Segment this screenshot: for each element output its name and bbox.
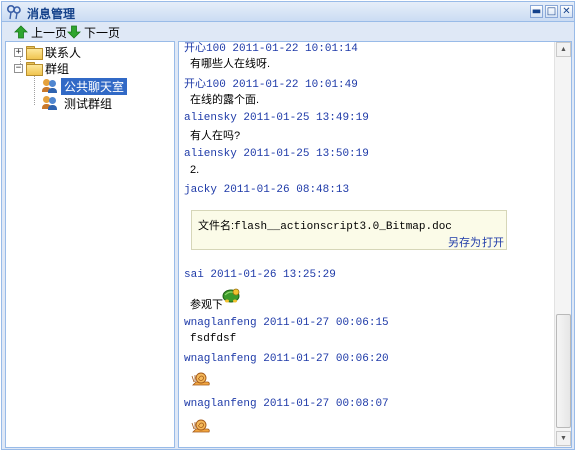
next-page-label: 下一页 xyxy=(84,25,121,40)
message-time: 2011-01-25 13:50:19 xyxy=(243,148,369,160)
collapse-icon[interactable]: − xyxy=(14,63,23,73)
message-time: 2011-01-25 13:49:19 xyxy=(243,112,369,124)
message-sender: 开心100 xyxy=(184,79,226,91)
turtle-emoticon-icon xyxy=(222,288,240,303)
message-time: 2011-01-26 13:25:29 xyxy=(210,269,336,281)
scroll-down-arrow-icon[interactable]: ▼ xyxy=(556,431,571,446)
tree-item-label: 公共聊天室 xyxy=(61,77,128,95)
message-text: fsdfdsf xyxy=(190,333,237,345)
message-time: 2011-01-27 00:06:20 xyxy=(263,353,389,365)
open-file-link[interactable]: 打开 xyxy=(482,234,504,250)
close-button[interactable]: ✕ xyxy=(560,5,573,18)
message-time: 2011-01-22 10:01:14 xyxy=(232,43,358,55)
group-icon xyxy=(42,79,58,93)
message-time: 2011-01-27 00:06:15 xyxy=(263,317,389,329)
tree-item-public-chatroom[interactable]: 公共聊天室 xyxy=(42,77,128,95)
message-header: 开心100 2011-01-22 10:01:49 xyxy=(184,75,358,91)
minimize-button[interactable]: ▬ xyxy=(530,5,543,18)
scrollbar-thumb[interactable] xyxy=(556,314,571,428)
file-name-value: flash__actionscript3.0_Bitmap.doc xyxy=(234,221,452,233)
title-bar[interactable]: 消息管理 ▬ □ ✕ xyxy=(2,2,574,22)
message-header: wnaglanfeng 2011-01-27 00:06:15 xyxy=(184,317,389,329)
arrow-up-icon xyxy=(14,25,28,39)
vertical-scrollbar[interactable]: ▲ ▼ xyxy=(554,42,571,447)
snail-emoticon-icon xyxy=(191,372,210,386)
file-attachment-box: 文件名:flash__actionscript3.0_Bitmap.doc 另存… xyxy=(191,210,507,250)
file-name-prefix: 文件名: xyxy=(198,220,235,232)
window-title: 消息管理 xyxy=(27,7,76,21)
message-sender: sai xyxy=(184,269,204,281)
prev-page-button[interactable]: 上一页 xyxy=(14,24,67,40)
message-sender: aliensky xyxy=(184,148,237,160)
tree-node-contacts[interactable]: + 联系人 xyxy=(14,44,81,60)
message-text: 有人在吗? xyxy=(190,130,241,142)
expand-icon[interactable]: + xyxy=(14,47,23,57)
message-manager-window: 消息管理 ▬ □ ✕ 上一页 下一页 + 联系人 − 群组 公共聊天室 测试群组… xyxy=(1,1,575,450)
tree-node-groups[interactable]: − 群组 xyxy=(14,60,69,76)
message-sender: wnaglanfeng xyxy=(184,353,257,365)
tree-node-label: 联系人 xyxy=(45,45,82,60)
message-header: 开心100 2011-01-22 10:01:14 xyxy=(184,42,358,55)
tree-item-test-group[interactable]: 测试群组 xyxy=(42,95,115,111)
message-header: wnaglanfeng 2011-01-27 00:08:07 xyxy=(184,398,389,410)
message-sender: jacky xyxy=(184,184,218,196)
message-text: 有哪些人在线呀. xyxy=(190,58,271,70)
message-time: 2011-01-22 10:01:49 xyxy=(232,79,358,91)
message-text: 参观下 xyxy=(190,299,223,311)
contact-tree-panel: + 联系人 − 群组 公共聊天室 测试群组 xyxy=(5,41,175,448)
message-header: sai 2011-01-26 13:25:29 xyxy=(184,269,336,281)
arrow-down-icon xyxy=(67,25,81,39)
folder-open-icon xyxy=(26,62,43,76)
message-sender: 开心100 xyxy=(184,43,226,55)
group-icon xyxy=(42,96,58,110)
message-sender: wnaglanfeng xyxy=(184,317,257,329)
next-page-button[interactable]: 下一页 xyxy=(67,24,120,40)
toolbar: 上一页 下一页 xyxy=(2,23,574,41)
message-text: 在线的露个面. xyxy=(190,94,260,106)
folder-icon xyxy=(26,46,43,60)
snail-emoticon-icon xyxy=(191,419,210,433)
file-name: 文件名:flash__actionscript3.0_Bitmap.doc xyxy=(198,217,452,233)
message-text: 2. xyxy=(190,164,200,176)
message-sender: wnaglanfeng xyxy=(184,398,257,410)
message-header: aliensky 2011-01-25 13:50:19 xyxy=(184,148,369,160)
maximize-button[interactable]: □ xyxy=(545,5,558,18)
message-sender: aliensky xyxy=(184,112,237,124)
message-time: 2011-01-26 08:48:13 xyxy=(223,184,350,196)
tree-node-label: 群组 xyxy=(45,61,70,76)
message-panel: 开心100 2011-01-22 10:01:14 有哪些人在线呀. 开心100… xyxy=(178,41,572,448)
message-header: aliensky 2011-01-25 13:49:19 xyxy=(184,112,369,124)
prev-page-label: 上一页 xyxy=(31,25,68,40)
message-header: jacky 2011-01-26 08:48:13 xyxy=(184,184,349,196)
message-time: 2011-01-27 00:08:07 xyxy=(263,398,389,410)
save-as-link[interactable]: 另存为 xyxy=(448,234,481,250)
tree-item-label: 测试群组 xyxy=(64,96,113,111)
scroll-up-arrow-icon[interactable]: ▲ xyxy=(556,42,571,57)
app-icon xyxy=(6,4,21,20)
message-header: wnaglanfeng 2011-01-27 00:06:20 xyxy=(184,353,389,365)
